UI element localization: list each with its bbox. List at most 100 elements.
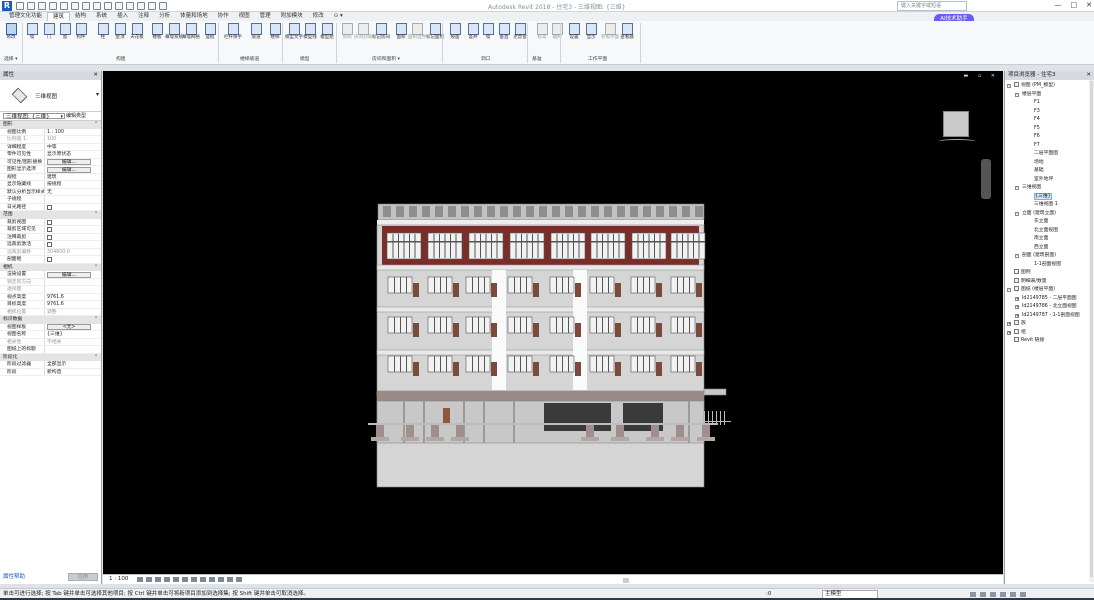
collapse-icon[interactable]: - <box>1015 254 1019 258</box>
property-value[interactable] <box>45 256 101 263</box>
checkbox[interactable] <box>47 242 52 247</box>
collapse-icon[interactable]: - <box>1007 84 1011 88</box>
property-section-header[interactable]: 图形 <box>0 121 101 129</box>
ribbon-button-4[interactable]: 构件 <box>74 23 88 40</box>
browser-item[interactable]: 图例 <box>1005 269 1094 278</box>
property-value[interactable]: 9761.6 <box>45 294 101 301</box>
detail-level-icon[interactable] <box>137 577 143 582</box>
tab-addins[interactable]: 附加模块 <box>276 12 308 21</box>
browser-item[interactable]: - 立面 (建筑立面) <box>1005 210 1094 219</box>
browser-item[interactable]: {三维} <box>1005 192 1094 202</box>
property-value[interactable] <box>45 234 101 241</box>
chevron-down-icon[interactable]: ▾ <box>96 91 99 98</box>
view-scale[interactable]: 1 : 100 <box>109 575 128 584</box>
close-icon[interactable]: ✕ <box>93 71 98 80</box>
apply-button[interactable]: 应用 <box>68 573 98 581</box>
ribbon-button-34[interactable]: 查看器 <box>620 23 634 40</box>
browser-item[interactable]: F4 <box>1005 116 1094 125</box>
tab-structure[interactable]: 结构 <box>70 12 91 21</box>
maximize-button[interactable]: □ <box>1071 1 1078 9</box>
ribbon-button-0[interactable]: 修改 <box>4 23 18 40</box>
edit-type-button[interactable]: 编辑类型 <box>66 112 86 120</box>
reveal-hidden-icon[interactable] <box>218 577 224 582</box>
select-underlay-icon[interactable] <box>980 592 986 597</box>
select-by-face-icon[interactable] <box>1000 592 1006 597</box>
ribbon-button-16[interactable]: 模型线 <box>303 23 317 40</box>
browser-item[interactable]: + Id2149786 - 北立面视图 <box>1005 303 1094 312</box>
ribbon-button-28[interactable]: 老虎窗 <box>513 23 527 40</box>
collapse-icon[interactable]: - <box>1007 288 1011 292</box>
properties-help-link[interactable]: 属性帮助 <box>3 574 25 580</box>
browser-item[interactable]: - 视图 (PM_模型) <box>1005 82 1094 91</box>
property-edit-button[interactable]: 编辑... <box>47 271 91 278</box>
tab-view[interactable]: 视图 <box>234 12 255 21</box>
property-edit-button[interactable]: <无> <box>47 324 91 330</box>
property-value[interactable]: 全部显示 <box>45 361 101 368</box>
property-value[interactable]: 按规程 <box>45 181 101 188</box>
browser-item[interactable]: F7 <box>1005 142 1094 151</box>
switch-windows-icon[interactable] <box>148 2 156 10</box>
highlight-icon[interactable] <box>236 577 242 582</box>
property-value[interactable] <box>45 241 101 248</box>
revit-logo-icon[interactable]: R <box>2 1 12 11</box>
text-icon[interactable] <box>93 2 101 10</box>
analysis-icon[interactable] <box>227 577 233 582</box>
ribbon-button-14[interactable]: 楼梯 <box>268 23 282 40</box>
property-section-header[interactable]: 阶段化 <box>0 353 101 361</box>
checkbox[interactable] <box>47 227 52 232</box>
ribbon-button-6[interactable]: 屋顶 <box>113 23 127 40</box>
measure-icon[interactable] <box>71 2 79 10</box>
property-value[interactable]: 建筑 <box>45 174 101 181</box>
tab-file[interactable]: 管理文化功能 <box>4 12 47 21</box>
ribbon-button-23[interactable]: 标记面积 <box>426 23 444 40</box>
browser-item[interactable]: 基础 <box>1005 167 1094 176</box>
property-value[interactable]: 新构造 <box>45 369 101 376</box>
browser-item[interactable]: - 剖面 (建筑剖面) <box>1005 252 1094 261</box>
property-value[interactable]: 9761.6 <box>45 301 101 308</box>
property-value[interactable]: {三维} <box>45 331 101 338</box>
property-section-header[interactable]: 范围 <box>0 211 101 219</box>
property-value[interactable] <box>45 346 101 353</box>
browser-item[interactable]: 二层平面图 <box>1005 150 1094 159</box>
view-instance-select[interactable]: 三维视图: {三维} <box>3 113 65 120</box>
checkbox[interactable] <box>47 204 52 210</box>
ribbon-button-20[interactable]: 标记房间 <box>372 23 390 40</box>
ribbon-button-10[interactable]: 幕墙网格 <box>182 23 200 40</box>
ribbon-button-7[interactable]: 天花板 <box>130 23 144 40</box>
ribbon-button-30[interactable]: 轴网 <box>550 23 564 40</box>
browser-item[interactable]: F5 <box>1005 125 1094 134</box>
browser-item[interactable]: F1 <box>1005 99 1094 108</box>
filter-icon[interactable] <box>1020 592 1026 597</box>
browser-item[interactable]: + 组 <box>1005 328 1094 338</box>
search-input[interactable]: 键入关键字或短语 <box>897 1 967 11</box>
ribbon-button-13[interactable]: 坡道 <box>249 23 263 40</box>
lock-view-icon[interactable] <box>200 577 206 582</box>
checkbox[interactable] <box>47 257 52 262</box>
property-value[interactable] <box>45 226 101 233</box>
property-value[interactable]: 无 <box>45 189 101 196</box>
dimension-icon[interactable] <box>82 2 90 10</box>
checkbox[interactable] <box>47 234 52 240</box>
open-icon[interactable] <box>16 2 24 10</box>
collapse-icon[interactable]: - <box>1015 92 1019 97</box>
browser-item[interactable]: 东立面 <box>1005 218 1094 227</box>
property-section-header[interactable]: 标识数据 <box>0 316 101 324</box>
visual-style-icon[interactable] <box>146 577 152 582</box>
ribbon-button-9[interactable]: 幕墙系统 <box>165 23 183 40</box>
browser-item[interactable]: - 三维视图 <box>1005 184 1094 193</box>
customize-icon[interactable] <box>159 2 167 10</box>
redo-icon[interactable] <box>49 2 57 10</box>
checkbox[interactable] <box>47 219 52 225</box>
property-value[interactable] <box>45 204 101 211</box>
scroll-thumb[interactable] <box>623 578 629 583</box>
save-icon[interactable] <box>27 2 35 10</box>
ribbon-button-31[interactable]: 设置 <box>567 23 581 40</box>
sun-path-icon[interactable] <box>155 577 161 582</box>
property-edit-button[interactable]: 编辑... <box>47 159 91 165</box>
select-links-icon[interactable] <box>970 592 976 597</box>
browser-item[interactable]: + Id2149785 - 二层平面图 <box>1005 295 1094 304</box>
ribbon-button-22[interactable]: 面积边界 <box>408 23 426 40</box>
browser-item[interactable]: 室外地坪 <box>1005 176 1094 185</box>
3d-view-icon[interactable] <box>104 2 112 10</box>
close-button[interactable]: ✕ <box>1086 1 1092 9</box>
